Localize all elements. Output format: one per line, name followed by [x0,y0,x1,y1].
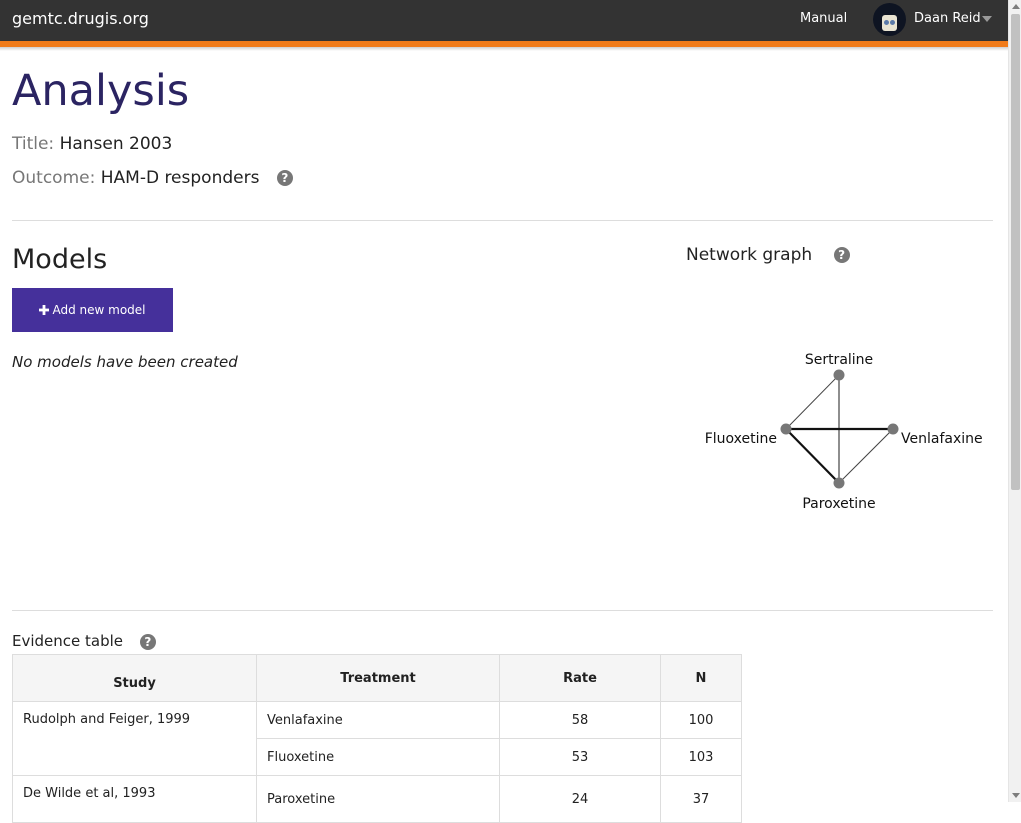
table-row: De Wilde et al, 1993 Paroxetine 24 37 [12,775,742,823]
network-graph-heading: Network graph ? [686,245,850,265]
outcome-row: Outcome: HAM-D responders ? [12,168,293,188]
table-row: Rudolph and Feiger, 1999 Venlafaxine 58 … [12,701,742,776]
avatar-eye [884,20,889,25]
chevron-down-icon[interactable] [982,16,992,22]
evidence-table: Study Treatment Rate N Rudolph and Feige… [12,654,742,823]
scroll-down-icon[interactable] [1012,793,1020,798]
node-sertraline [833,369,845,381]
rate-cell: 53 [499,738,661,776]
analysis-title-row: Title: Hansen 2003 [12,134,172,154]
user-avatar[interactable] [873,3,906,36]
edge-fluoxetine-paroxetine [785,428,840,484]
add-new-model-button[interactable]: Add new model [12,288,173,332]
treatment-cell: Fluoxetine [256,738,500,776]
table-header-row: Study Treatment Rate N [12,654,742,702]
page-title: Analysis [12,66,190,116]
study-cell: Rudolph and Feiger, 1999 [12,701,257,776]
edge-venlafaxine-paroxetine [838,428,894,484]
column-header-rate: Rate [499,654,661,702]
n-cell: 37 [660,775,742,823]
models-heading: Models [12,244,108,275]
treatment-cell: Venlafaxine [256,701,500,739]
outcome-value: HAM-D responders [100,168,260,188]
manual-link[interactable]: Manual [800,11,847,26]
node-label-sertraline: Sertraline [805,352,873,368]
evidence-table-heading: Evidence table ? [12,632,156,650]
avatar-face [882,15,897,31]
brand-link[interactable]: gemtc.drugis.org [12,9,149,28]
help-icon[interactable]: ? [139,633,156,650]
column-header-treatment: Treatment [256,654,500,702]
scroll-up-icon[interactable] [1012,4,1020,9]
plus-icon [39,305,50,315]
study-cell: De Wilde et al, 1993 [12,775,257,823]
edge-sertraline-fluoxetine [785,374,840,430]
divider [12,610,993,611]
node-venlafaxine [887,423,899,435]
n-cell: 103 [660,738,742,776]
treatment-cell: Paroxetine [256,775,500,823]
analysis-title-value: Hansen 2003 [59,134,173,154]
add-new-model-label: Add new model [52,303,146,317]
network-graph-heading-text: Network graph [686,245,813,265]
vertical-scrollbar[interactable] [1008,0,1021,802]
scrollbar-thumb[interactable] [1011,14,1020,490]
divider [12,220,993,221]
n-cell: 100 [660,701,742,739]
user-menu-name[interactable]: Daan Reid [914,11,981,26]
rate-cell: 24 [499,775,661,823]
help-icon[interactable]: ? [276,170,293,186]
node-label-paroxetine: Paroxetine [802,496,875,512]
help-icon[interactable]: ? [833,247,850,263]
outcome-label: Outcome: [12,168,96,188]
node-fluoxetine [780,423,792,435]
column-header-study: Study [12,654,257,702]
evidence-table-heading-text: Evidence table [12,632,124,650]
avatar-eye [890,20,895,25]
navbar-shadow [0,47,1008,51]
empty-models-text: No models have been created [12,353,238,371]
network-graph: Sertraline Fluoxetine Venlafaxine Paroxe… [705,352,983,512]
node-label-fluoxetine: Fluoxetine [705,431,777,447]
node-paroxetine [833,477,845,489]
node-label-venlafaxine: Venlafaxine [901,431,983,447]
rate-cell: 58 [499,701,661,739]
analysis-title-label: Title: [12,134,55,154]
top-navbar: gemtc.drugis.org Manual Daan Reid [0,0,1008,47]
column-header-n: N [660,654,742,702]
